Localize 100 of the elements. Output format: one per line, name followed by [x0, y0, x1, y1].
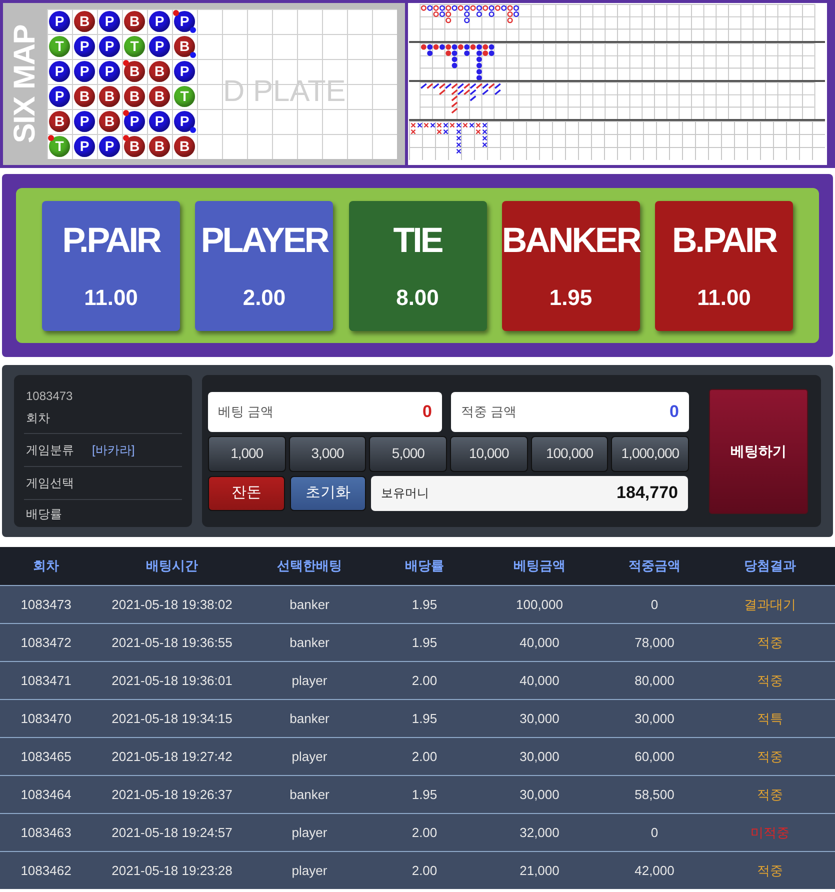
bead-marker: P [174, 11, 195, 32]
bead-marker: B [74, 86, 95, 107]
column-header: 회차 [32, 557, 60, 576]
column-header: 선택한배팅 [276, 557, 343, 576]
bead-marker: P [49, 86, 70, 107]
column-header: 베팅금액 [512, 557, 566, 576]
table-cell-text: 21,000 [518, 862, 560, 880]
table-cell-text: 1083464 [20, 786, 72, 804]
table-cell-text: 78,000 [634, 634, 676, 652]
bead-marker: B [149, 136, 170, 157]
bead-marker: P [74, 136, 95, 157]
bead-marker: B [149, 61, 170, 82]
bead-marker: P [74, 61, 95, 82]
bead-marker: P [174, 61, 195, 82]
table-cell-text: 40,000 [518, 634, 560, 652]
chip-button[interactable]: 3,000 [288, 436, 366, 472]
bead-marker: B [99, 111, 120, 132]
table-cell-text: 1.95 [410, 634, 438, 652]
change-button[interactable]: 잔돈 [208, 476, 285, 510]
table-cell-text: 60,000 [634, 748, 676, 766]
table-cell-text: 2021-05-18 19:38:02 [110, 596, 234, 614]
table-cell-text: 1083465 [20, 748, 72, 766]
table-cell-text: 2.00 [410, 748, 438, 766]
bead-marker: B [124, 61, 145, 82]
table-cell-text: banker [288, 596, 330, 614]
bead-marker: P [174, 111, 195, 132]
bet-option-button[interactable]: BANKER 1.95 [502, 200, 640, 330]
table-cell-text: 30,000 [634, 710, 676, 728]
table-cell-text: player [290, 862, 328, 880]
column-header: 적중금액 [628, 557, 682, 576]
field-label: 배당률 [25, 506, 63, 523]
bet-button[interactable]: 베팅하기 [709, 388, 808, 514]
bead-marker: B [99, 86, 120, 107]
result-cell-text: 적중 [756, 786, 784, 804]
result-cell-text: 적중 [756, 672, 784, 690]
table-cell-text: 2.00 [410, 672, 438, 690]
table-cell-text: 1083471 [20, 672, 72, 690]
table-cell-text: 40,000 [518, 672, 560, 690]
chip-button[interactable]: 10,000 [450, 436, 528, 472]
bead-marker: B [124, 136, 145, 157]
table-cell-text: 2021-05-18 19:24:57 [110, 824, 234, 842]
bead-marker: P [99, 136, 120, 157]
table-cell-text: 1.95 [410, 596, 438, 614]
table-cell-text: banker [288, 634, 330, 652]
table-cell-text: 0 [650, 824, 660, 842]
field-label: 게임분류 [26, 442, 74, 459]
table-cell-text: 30,000 [518, 710, 560, 728]
bet-option-button[interactable]: B.PAIR 11.00 [655, 200, 793, 330]
bead-marker: B [174, 136, 195, 157]
table-cell-text: player [290, 748, 328, 766]
chip-button[interactable]: 1,000,000 [611, 436, 690, 472]
balance-field: 보유머니 184,770 [371, 476, 688, 510]
chip-button[interactable]: 100,000 [530, 436, 608, 472]
result-cell-text: 적중 [756, 748, 784, 766]
table-cell-text: 30,000 [518, 748, 560, 766]
column-header: 당첨결과 [743, 557, 797, 576]
bead-marker: P [74, 36, 95, 57]
result-cell-text: 미적중 [750, 824, 790, 842]
bead-marker: P [74, 111, 95, 132]
amount-field: 베팅 금액 0 [208, 392, 442, 432]
table-cell-text: 30,000 [518, 786, 560, 804]
table-cell-text: player [290, 824, 328, 842]
table-cell-text: 1.95 [410, 710, 438, 728]
bead-marker: T [49, 36, 70, 57]
column-header: 배팅시간 [145, 557, 199, 576]
table-cell-text: 0 [650, 596, 660, 614]
result-cell-text: 적중 [756, 634, 784, 652]
table-cell-text: 2021-05-18 19:26:37 [110, 786, 234, 804]
bead-marker: B [124, 11, 145, 32]
bead-plate-label: SIX MAP [8, 24, 42, 144]
bead-marker: B [49, 111, 70, 132]
table-cell-text: 80,000 [634, 672, 676, 690]
table-cell-text: 1083472 [20, 634, 72, 652]
bead-marker: B [74, 11, 95, 32]
table-cell-text: 1083470 [20, 710, 72, 728]
bead-marker: T [174, 86, 195, 107]
table-cell-text: 2.00 [410, 862, 438, 880]
table-cell-text: 2021-05-18 19:34:15 [110, 710, 234, 728]
chip-button[interactable]: 5,000 [369, 436, 448, 472]
reset-button[interactable]: 초기화 [290, 476, 366, 510]
bead-marker: B [149, 86, 170, 107]
bead-marker: T [49, 136, 70, 157]
bet-option-button[interactable]: P.PAIR 11.00 [42, 200, 180, 330]
bead-marker: P [149, 36, 170, 57]
result-cell-text: 적특 [756, 710, 784, 728]
table-cell-text: 1083463 [20, 824, 72, 842]
round-label: 회차 [24, 409, 182, 434]
bet-option-button[interactable]: TIE 8.00 [348, 200, 486, 330]
table-cell-text: player [290, 672, 328, 690]
table-cell-text: 2.00 [410, 824, 438, 842]
result-cell-text: 결과대기 [743, 596, 797, 614]
column-header: 배당률 [404, 557, 445, 576]
bead-marker: P [149, 11, 170, 32]
bead-marker: P [124, 111, 145, 132]
bead-marker: T [124, 36, 145, 57]
bead-marker: P [99, 61, 120, 82]
table-cell-text: 1083462 [20, 862, 72, 880]
round-number: 1083473 [25, 388, 74, 405]
bet-option-button[interactable]: PLAYER 2.00 [195, 200, 334, 330]
chip-button[interactable]: 1,000 [208, 436, 286, 472]
